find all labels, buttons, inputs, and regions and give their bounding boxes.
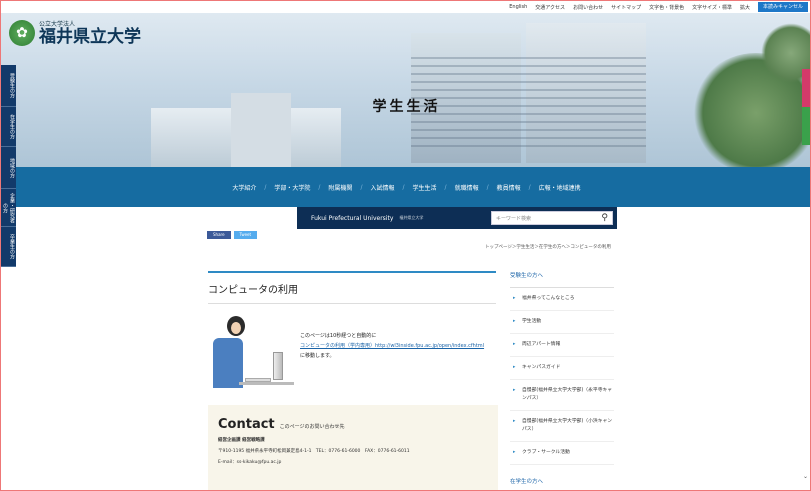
sidebar-item[interactable]: 周辺アパート情報 <box>510 334 614 357</box>
redirect-text-end: に移動します。 <box>300 353 335 359</box>
browser-frame: English 交通アクセス お問い合わせ サイトマップ 文字色・背景色 文字サ… <box>0 0 811 491</box>
redirect-text: このページは10秒経つと自動的に <box>300 333 377 339</box>
redirect-message: このページは10秒経つと自動的に コンピュータの利用（学内専用）http://w… <box>300 331 484 361</box>
nav-separator: / <box>444 183 447 191</box>
sidebar-item[interactable]: クラブ・サークル活動 <box>510 442 614 465</box>
sidebar-heading[interactable]: 受験生の方へ <box>510 271 614 288</box>
page-title: コンピュータの利用 <box>208 285 298 296</box>
nav-separator: / <box>402 183 405 191</box>
link-sitemap[interactable]: サイトマップ <box>611 4 641 11</box>
monitor-icon <box>273 352 283 380</box>
sidebar-item[interactable]: 自慢部(福井県立大学大学部)（小浜キャンパス） <box>510 411 614 442</box>
desk <box>239 382 294 385</box>
side-tab-applicants[interactable]: 受験生の方 <box>1 65 16 107</box>
right-tab-pink[interactable] <box>802 69 810 107</box>
nav-item-faculties[interactable]: 学部・大学院 <box>274 183 310 192</box>
side-tab-business[interactable]: 企業・研究者の方 <box>1 189 16 227</box>
search-input[interactable]: キーワード検索 <box>496 215 531 222</box>
sidebar-item[interactable]: キャンパスガイド <box>510 357 614 380</box>
university-logo[interactable]: ✿ 公立大学法人 福井県立大学 <box>9 19 141 46</box>
sidebar-item[interactable]: 学生活動 <box>510 311 614 334</box>
contact-heading: Contact <box>218 417 275 432</box>
person-body <box>213 338 243 388</box>
scroll-down-icon[interactable]: ⌄ <box>803 473 808 480</box>
right-tab-green[interactable] <box>802 107 810 145</box>
cancel-button[interactable]: 本読みキャンセル <box>757 2 808 12</box>
nav-separator: / <box>486 183 489 191</box>
nav-item-about[interactable]: 大学紹介 <box>232 183 256 192</box>
side-tab-alumni[interactable]: 卒業生の方 <box>1 227 16 267</box>
twitter-tweet-button[interactable]: Tweet <box>233 231 258 239</box>
nav-item-institutes[interactable]: 附属機関 <box>328 183 352 192</box>
side-tab-students[interactable]: 在学生の方 <box>1 107 16 147</box>
title-divider <box>208 303 496 304</box>
link-fontsize[interactable]: 文字サイズ・標準 <box>692 4 732 11</box>
nav-item-careers[interactable]: 就職情報 <box>455 183 479 192</box>
subbar-small: 福井県立大学 <box>399 215 424 220</box>
contact-department: 経営企画課 経営戦略課 <box>218 438 265 443</box>
contact-box: Contact このページのお問い合わせ先 経営企画課 経営戦略課 〒910-1… <box>208 405 498 490</box>
nav-separator: / <box>264 183 267 191</box>
link-english[interactable]: English <box>509 4 527 10</box>
link-access[interactable]: 交通アクセス <box>535 4 565 11</box>
computer-user-illustration <box>209 316 299 398</box>
sidebar-item[interactable]: 福井県ってこんなところ <box>510 288 614 311</box>
contact-email[interactable]: E-mail：ss-kikaku@fpu.ac.jp <box>218 459 488 465</box>
nav-separator: / <box>318 183 321 191</box>
page-heading: 学生生活 <box>372 99 441 115</box>
person-face <box>231 322 241 334</box>
title-top-border <box>208 271 496 273</box>
keyboard-icon <box>245 378 271 382</box>
contact-address: 〒910-1195 福井県永平寺町松岡兼定島4-1-1 TEL：0776-61-… <box>218 449 410 454</box>
breadcrumb[interactable]: トップページ＞学生生活＞在学生の方へ＞コンピュータの利用 <box>485 244 611 250</box>
sidebar-heading-2[interactable]: 在学生の方へ <box>510 477 543 485</box>
utility-bar: English 交通アクセス お問い合わせ サイトマップ 文字色・背景色 文字サ… <box>1 1 810 13</box>
sidebar-menu: 受験生の方へ 福井県ってこんなところ 学生活動 周辺アパート情報 キャンパスガイ… <box>510 271 614 485</box>
sidebar-item[interactable]: 自慢部(福井県立大学大学部)（永平寺キャンパス） <box>510 380 614 411</box>
nav-item-student-life[interactable]: 学生生活 <box>413 183 437 192</box>
redirect-link[interactable]: コンピュータの利用（学内専用）http://wl3inside.fpu.ac.j… <box>300 341 484 351</box>
subbar-name: Fukui Prefectural University <box>311 214 394 222</box>
nav-separator: / <box>360 183 363 191</box>
link-color[interactable]: 文字色・背景色 <box>649 4 684 11</box>
facebook-share-button[interactable]: Share <box>207 231 231 239</box>
search-box[interactable]: キーワード検索 ⚲ <box>491 211 613 225</box>
link-zoom[interactable]: 拡大 <box>740 4 750 11</box>
nav-item-admissions[interactable]: 入試情報 <box>370 183 394 192</box>
nav-item-faculty-info[interactable]: 教員情報 <box>497 183 521 192</box>
side-tab-community[interactable]: 地域の方 <box>1 147 16 189</box>
logo-leaf-icon: ✿ <box>9 19 35 46</box>
link-contact[interactable]: お問い合わせ <box>573 4 603 11</box>
contact-subheading: このページのお問い合わせ先 <box>279 424 345 430</box>
global-nav: 大学紹介 / 学部・大学院 / 附属機関 / 入試情報 / 学生生活 / 就職情報 / 教員… <box>1 167 810 207</box>
search-icon[interactable]: ⚲ <box>601 213 608 223</box>
share-buttons: Share Tweet <box>207 231 258 239</box>
logo-title: 福井県立大学 <box>39 27 141 47</box>
nav-item-pr[interactable]: 広報・地域連携 <box>539 183 581 192</box>
nav-separator: / <box>528 183 531 191</box>
